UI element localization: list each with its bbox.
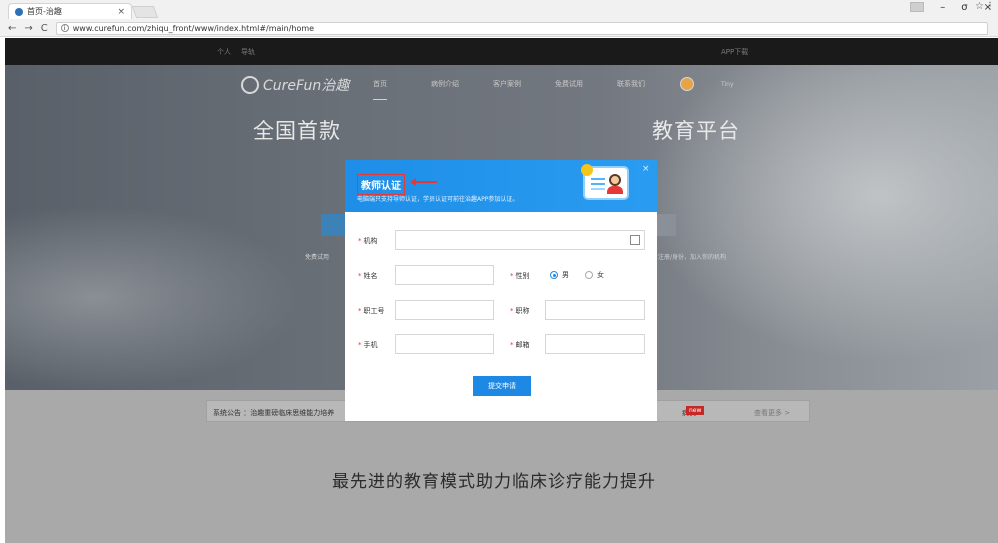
employee-id-field[interactable] xyxy=(395,300,494,320)
institution-field[interactable] xyxy=(395,230,645,250)
phone-email-row: * 手机 * 邮箱 xyxy=(345,334,657,354)
email-field[interactable] xyxy=(545,334,645,354)
name-field[interactable] xyxy=(395,265,494,285)
gender-female-label: 女 xyxy=(597,271,604,279)
radio-selected-icon xyxy=(550,271,558,279)
title-label: * 职称 xyxy=(510,307,530,315)
id-card-illustration-icon xyxy=(581,164,627,198)
card-lines xyxy=(591,178,605,180)
new-badge: new xyxy=(686,406,705,415)
name-gender-row: * 姓名 * 性别 男 女 xyxy=(345,265,657,285)
hero-sub-left: 免费试用 xyxy=(305,254,330,261)
hero-button-left[interactable] xyxy=(321,214,345,236)
card-body xyxy=(607,186,623,194)
tab-title: 首页-治趣 xyxy=(27,7,62,16)
menu-item-home[interactable]: 首页 xyxy=(373,79,387,100)
menu-item-customers[interactable]: 客户案例 xyxy=(493,79,555,100)
logo-text: CureFun治趣 xyxy=(263,78,350,94)
phone-field[interactable] xyxy=(395,334,494,354)
site-logo[interactable]: CureFun治趣 xyxy=(241,75,349,95)
dialog-subtitle: 电脑端只支持导师认证，学员认证可前往治趣APP参加认证。 xyxy=(357,196,519,203)
institution-row: * 机构 xyxy=(345,230,657,250)
hero-title-right: 教育平台 xyxy=(652,119,740,143)
gender-male-radio[interactable]: 男 xyxy=(550,270,569,280)
address-bar[interactable]: i www.curefun.com/zhiqu_front/www/index.… xyxy=(55,21,988,35)
gender-female-radio[interactable]: 女 xyxy=(585,270,604,280)
browser-menu-icon[interactable]: ⋮ xyxy=(985,1,995,12)
user-name[interactable]: Tiny xyxy=(721,81,734,88)
notice-more-link[interactable]: 查看更多 > xyxy=(754,408,790,418)
employee-id-label: * 职工号 xyxy=(358,307,385,315)
scan-icon[interactable] xyxy=(630,235,640,245)
name-label: * 姓名 xyxy=(358,272,378,280)
topbar-app-download[interactable]: APP下载 xyxy=(721,47,748,57)
hero-button-right[interactable] xyxy=(656,214,676,236)
browser-tab[interactable]: 首页-治趣 × xyxy=(8,3,132,19)
back-button[interactable]: ← xyxy=(8,23,16,34)
minimize-button[interactable]: – xyxy=(940,2,945,13)
gender-male-label: 男 xyxy=(562,271,569,279)
user-avatar[interactable] xyxy=(680,77,694,91)
dialog-title: 教师认证 xyxy=(357,174,405,195)
institution-label: * 机构 xyxy=(358,237,378,245)
navigation-bar: ← → C i www.curefun.com/zhiqu_front/www/… xyxy=(0,20,998,36)
hero-sub-right: 注册/身份，加入你的机构 xyxy=(658,254,727,261)
bookmark-star-icon[interactable]: ☆ xyxy=(975,1,984,12)
title-field[interactable] xyxy=(545,300,645,320)
phone-label: * 手机 xyxy=(358,341,378,349)
dialog-header: 教师认证 电脑端只支持导师认证，学员认证可前往治趣APP参加认证。 × xyxy=(345,160,657,212)
site-topbar: 个人 导轨 APP下载 xyxy=(5,38,998,65)
menu-item-contact[interactable]: 联系我们 xyxy=(617,79,679,100)
gender-label: * 性别 xyxy=(510,272,530,280)
browser-chrome: 首页-治趣 × – σ × ← → C i www.curefun.com/zh… xyxy=(0,0,998,37)
reload-button[interactable]: C xyxy=(41,23,48,34)
email-label: * 邮箱 xyxy=(510,341,530,349)
main-menu: 首页 病例介绍 客户案例 免费试用 联系我们 xyxy=(373,79,679,100)
topbar-link-personal[interactable]: 个人 xyxy=(217,47,231,57)
menu-item-trial[interactable]: 免费试用 xyxy=(555,79,617,100)
logo-mark-icon xyxy=(241,76,259,94)
site-info-icon[interactable]: i xyxy=(60,24,69,32)
submit-button[interactable]: 提交申请 xyxy=(473,376,531,396)
employee-title-row: * 职工号 * 职称 xyxy=(345,300,657,320)
profile-icon[interactable] xyxy=(910,2,925,12)
maximize-button[interactable]: σ xyxy=(961,2,967,13)
new-tab-button[interactable] xyxy=(131,6,159,18)
section-slogan: 最先进的教育模式助力临床诊疗能力提升 xyxy=(332,472,656,492)
menu-item-cases[interactable]: 病例介绍 xyxy=(431,79,493,100)
card-face xyxy=(609,174,621,186)
forward-button[interactable]: → xyxy=(24,23,32,34)
url-text: www.curefun.com/zhiqu_front/www/index.ht… xyxy=(72,23,315,33)
hero-title-left: 全国首款 xyxy=(253,119,341,143)
verified-badge-icon xyxy=(581,164,593,176)
dialog-close-icon[interactable]: × xyxy=(642,164,650,174)
teacher-verification-dialog: 教师认证 电脑端只支持导师认证，学员认证可前往治趣APP参加认证。 × * 机构 … xyxy=(345,160,657,421)
hero-background-left xyxy=(5,205,305,390)
radio-unselected-icon xyxy=(585,271,593,279)
site-favicon-icon xyxy=(15,7,23,16)
tab-close-icon[interactable]: × xyxy=(117,7,125,17)
topbar-link-guide[interactable]: 导轨 xyxy=(241,47,255,57)
topbar-left: 个人 导轨 xyxy=(217,47,255,57)
annotation-arrow-icon xyxy=(410,178,437,186)
notice-text[interactable]: 系统公告 ：治趣重磅临床思维能力培养 xyxy=(213,408,334,418)
